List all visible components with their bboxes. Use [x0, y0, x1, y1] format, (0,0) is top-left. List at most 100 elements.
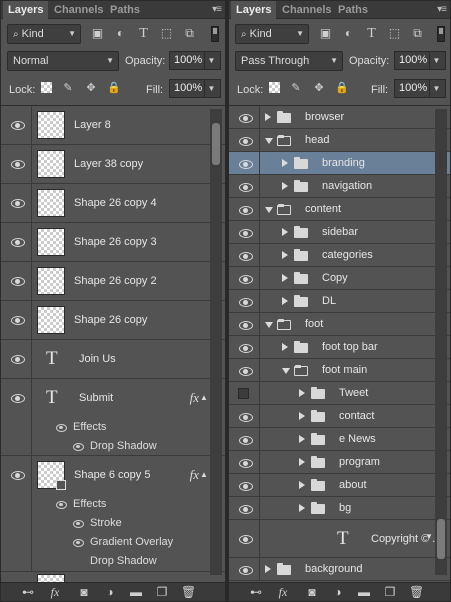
scrollbar[interactable] — [435, 109, 447, 575]
visibility-eye-icon[interactable] — [11, 277, 25, 286]
adjustment-filter-icon[interactable]: ◐ — [342, 27, 355, 40]
filter-kind-dropdown[interactable]: ⌕ Kind ▼ — [235, 24, 309, 44]
chevron-down-icon[interactable]: ▼ — [204, 80, 218, 97]
filter-kind-dropdown[interactable]: ⌕ Kind ▼ — [7, 24, 81, 44]
filter-toggle[interactable] — [437, 26, 445, 42]
shape-filter-icon[interactable]: ⬚ — [160, 27, 173, 40]
lock-move-icon[interactable]: ✥ — [313, 82, 325, 94]
link-layers-icon[interactable]: ⊷ — [249, 585, 263, 599]
group-row[interactable]: about — [229, 474, 450, 497]
expand-triangle-icon[interactable] — [299, 504, 305, 512]
tab-layers[interactable]: Layers — [231, 1, 277, 20]
opacity-field[interactable]: 100% ▼ — [169, 51, 221, 70]
trash-icon[interactable]: 🗑 — [181, 585, 196, 599]
layer-row[interactable]: Shape 26 copy 3 — [1, 223, 225, 262]
pixel-filter-icon[interactable]: ▣ — [91, 27, 104, 40]
tab-paths[interactable]: Paths — [105, 1, 145, 19]
visibility-eye-icon[interactable] — [239, 298, 253, 307]
visibility-eye-icon[interactable] — [11, 160, 25, 169]
expand-triangle-icon[interactable] — [299, 458, 305, 466]
group-row[interactable]: background — [229, 558, 450, 581]
layer-row[interactable] — [1, 572, 225, 582]
expand-effects-icon[interactable]: ▲ — [200, 393, 208, 402]
effect-eye-icon[interactable] — [56, 501, 67, 509]
layer-row[interactable]: T Submit fx ▲ Effects Drop Shadow — [1, 379, 225, 456]
group-row[interactable]: program — [229, 451, 450, 474]
lock-transparent-icon[interactable] — [41, 82, 52, 93]
link-layers-icon[interactable]: ⊷ — [21, 585, 35, 599]
fx-menu-icon[interactable]: fx — [48, 585, 62, 599]
expand-triangle-icon[interactable] — [299, 412, 305, 420]
visibility-eye-icon[interactable] — [11, 471, 25, 480]
type-filter-icon[interactable]: T — [365, 27, 378, 41]
visibility-eye-icon[interactable] — [239, 206, 253, 215]
panel-menu-icon[interactable]: ▾≡ — [437, 4, 447, 15]
group-row[interactable]: head — [229, 129, 450, 152]
layer-row[interactable]: Layer 8 — [1, 106, 225, 145]
scrollbar[interactable] — [210, 109, 222, 575]
effect-eye-icon[interactable] — [73, 443, 84, 451]
group-row[interactable]: DL — [229, 290, 450, 313]
lock-brush-icon[interactable]: ✎ — [290, 82, 302, 94]
group-row[interactable]: contact — [229, 405, 450, 428]
expand-triangle-icon[interactable] — [265, 565, 271, 573]
fill-field[interactable]: 100% ▼ — [394, 79, 446, 98]
adjustment-filter-icon[interactable]: ◐ — [114, 27, 127, 40]
effect-row[interactable]: Stroke — [1, 514, 225, 533]
layer-row[interactable]: Layer 38 copy — [1, 145, 225, 184]
expand-triangle-icon[interactable] — [282, 228, 288, 236]
chevron-down-icon[interactable]: ▼ — [429, 52, 443, 69]
lock-all-icon[interactable]: 🔒 — [335, 82, 349, 94]
scrollbar-thumb[interactable] — [437, 519, 445, 559]
opacity-field[interactable]: 100% ▼ — [394, 51, 446, 70]
group-row[interactable]: browser — [229, 106, 450, 129]
visibility-eye-icon[interactable] — [239, 459, 253, 468]
expand-effects-icon[interactable]: ▲ — [200, 470, 208, 479]
collapse-triangle-icon[interactable] — [265, 322, 273, 328]
visibility-eye-icon[interactable] — [239, 321, 253, 330]
new-group-icon[interactable]: ▬ — [357, 585, 371, 599]
expand-triangle-icon[interactable] — [299, 481, 305, 489]
group-row[interactable]: foot top bar — [229, 336, 450, 359]
expand-effects-icon[interactable]: ▼ — [425, 532, 433, 541]
trash-icon[interactable]: 🗑 — [409, 585, 424, 599]
visibility-eye-icon[interactable] — [239, 183, 253, 192]
group-row[interactable]: Copy — [229, 267, 450, 290]
group-row[interactable]: foot main — [229, 359, 450, 382]
shape-filter-icon[interactable]: ⬚ — [388, 27, 401, 40]
visibility-eye-icon[interactable] — [11, 394, 25, 403]
visibility-eye-icon[interactable] — [11, 199, 25, 208]
effects-row[interactable]: Effects — [1, 418, 225, 437]
new-layer-icon[interactable]: ❐ — [383, 585, 397, 599]
collapse-triangle-icon[interactable] — [282, 368, 290, 374]
layer-row[interactable]: Shape 6 copy 5 fx ▲ Effects Stroke Gradi… — [1, 456, 225, 572]
lock-transparent-icon[interactable] — [269, 82, 280, 93]
expand-triangle-icon[interactable] — [265, 113, 271, 121]
fill-field[interactable]: 100% ▼ — [169, 79, 221, 98]
effect-row[interactable]: Drop Shadow — [1, 552, 225, 571]
chevron-down-icon[interactable]: ▼ — [429, 80, 443, 97]
visibility-eye-icon[interactable] — [11, 316, 25, 325]
group-row[interactable]: sidebar — [229, 221, 450, 244]
visibility-eye-icon[interactable] — [11, 238, 25, 247]
visibility-eye-icon[interactable] — [239, 436, 253, 445]
visibility-eye-icon[interactable] — [239, 114, 253, 123]
visibility-eye-icon[interactable] — [239, 160, 253, 169]
group-row[interactable]: navigation — [229, 175, 450, 198]
scrollbar-thumb[interactable] — [212, 123, 220, 165]
expand-triangle-icon[interactable] — [299, 435, 305, 443]
fx-icon[interactable]: fx — [190, 467, 199, 483]
fx-icon[interactable]: fx — [190, 390, 199, 406]
group-row[interactable]: Tweet — [229, 382, 450, 405]
blend-mode-dropdown[interactable]: Normal ▼ — [7, 51, 119, 71]
type-filter-icon[interactable]: T — [137, 27, 150, 41]
new-group-icon[interactable]: ▬ — [129, 585, 143, 599]
tab-paths[interactable]: Paths — [333, 1, 373, 19]
expand-triangle-icon[interactable] — [282, 159, 288, 167]
group-row[interactable]: bg — [229, 497, 450, 520]
effect-eye-icon[interactable] — [73, 520, 84, 528]
expand-triangle-icon[interactable] — [299, 389, 305, 397]
visibility-eye-icon[interactable] — [239, 344, 253, 353]
group-row[interactable]: foot — [229, 313, 450, 336]
lock-brush-icon[interactable]: ✎ — [62, 82, 74, 94]
